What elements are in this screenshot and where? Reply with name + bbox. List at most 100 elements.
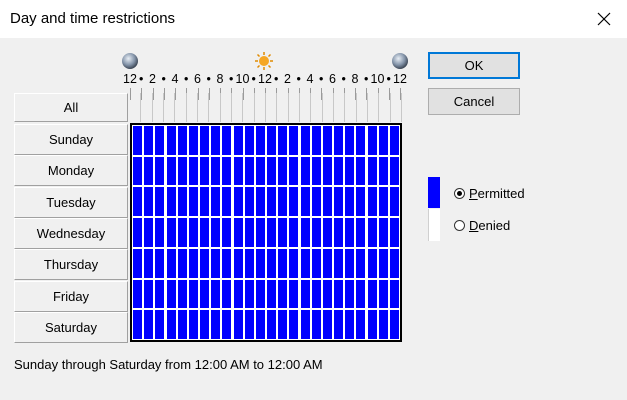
time-cell[interactable]	[367, 248, 377, 278]
time-cell[interactable]	[166, 126, 176, 155]
time-cell[interactable]	[356, 218, 366, 247]
hour-column-button[interactable]	[357, 93, 368, 122]
time-cell[interactable]	[378, 279, 388, 309]
time-cell[interactable]	[322, 156, 332, 186]
time-cell[interactable]	[155, 218, 165, 247]
time-cell[interactable]	[155, 126, 165, 155]
time-cell[interactable]	[222, 279, 232, 309]
time-cell[interactable]	[367, 279, 377, 309]
time-cell[interactable]	[334, 279, 344, 309]
time-cell[interactable]	[166, 187, 176, 217]
time-cell[interactable]	[200, 310, 210, 339]
hour-column-button[interactable]	[277, 93, 289, 122]
hour-column-button[interactable]	[209, 93, 221, 122]
hour-column-button[interactable]	[187, 93, 198, 122]
time-cell[interactable]	[389, 187, 399, 217]
hour-column-button[interactable]	[175, 93, 187, 122]
hour-column-button[interactable]	[368, 93, 380, 122]
time-cell[interactable]	[188, 126, 198, 155]
time-cell[interactable]	[144, 310, 154, 339]
time-cell[interactable]	[222, 218, 232, 247]
time-cell[interactable]	[177, 218, 187, 247]
time-cell[interactable]	[233, 279, 243, 309]
time-cell[interactable]	[278, 248, 288, 278]
time-cell[interactable]	[278, 218, 288, 247]
day-button[interactable]: Friday	[14, 280, 128, 312]
time-cell[interactable]	[177, 248, 187, 278]
close-button[interactable]	[581, 0, 627, 38]
hour-column-button[interactable]	[164, 93, 176, 122]
time-cell[interactable]	[356, 187, 366, 217]
hour-column-button[interactable]	[221, 93, 232, 122]
time-cell[interactable]	[133, 126, 143, 155]
denied-radio[interactable]: Denied	[454, 218, 510, 233]
time-cell[interactable]	[345, 310, 355, 339]
time-cell[interactable]	[133, 279, 143, 309]
time-cell[interactable]	[233, 187, 243, 217]
time-cell[interactable]	[289, 187, 299, 217]
time-cell[interactable]	[244, 156, 254, 186]
time-cell[interactable]	[188, 187, 198, 217]
time-cell[interactable]	[267, 126, 277, 155]
time-cell[interactable]	[244, 218, 254, 247]
time-cell[interactable]	[345, 156, 355, 186]
hour-column-button[interactable]	[289, 93, 300, 122]
time-cell[interactable]	[389, 218, 399, 247]
time-cell[interactable]	[356, 310, 366, 339]
hour-column-button[interactable]	[266, 93, 278, 122]
time-cell[interactable]	[200, 279, 210, 309]
time-cell[interactable]	[300, 279, 310, 309]
time-cell[interactable]	[289, 310, 299, 339]
time-cell[interactable]	[166, 310, 176, 339]
time-cell[interactable]	[334, 156, 344, 186]
hour-column-button[interactable]	[345, 93, 357, 122]
time-cell[interactable]	[278, 187, 288, 217]
time-cell[interactable]	[244, 279, 254, 309]
time-cell[interactable]	[144, 126, 154, 155]
time-cell[interactable]	[155, 310, 165, 339]
day-button[interactable]: Sunday	[14, 124, 128, 155]
time-cell[interactable]	[222, 248, 232, 278]
permitted-radio[interactable]: Permitted	[454, 186, 525, 201]
time-cell[interactable]	[144, 156, 154, 186]
time-cell[interactable]	[211, 310, 221, 339]
time-cell[interactable]	[345, 218, 355, 247]
time-cell[interactable]	[311, 218, 321, 247]
time-cell[interactable]	[267, 187, 277, 217]
time-cell[interactable]	[311, 187, 321, 217]
time-cell[interactable]	[289, 248, 299, 278]
time-cell[interactable]	[367, 126, 377, 155]
time-cell[interactable]	[267, 218, 277, 247]
hour-column-button[interactable]	[379, 93, 391, 122]
hour-column-button[interactable]	[255, 93, 266, 122]
time-cell[interactable]	[311, 279, 321, 309]
time-cell[interactable]	[289, 156, 299, 186]
time-cell[interactable]	[222, 126, 232, 155]
time-cell[interactable]	[367, 187, 377, 217]
time-cell[interactable]	[334, 248, 344, 278]
time-cell[interactable]	[300, 126, 310, 155]
time-cell[interactable]	[222, 310, 232, 339]
time-cell[interactable]	[345, 279, 355, 309]
time-cell[interactable]	[188, 248, 198, 278]
time-cell[interactable]	[166, 218, 176, 247]
time-cell[interactable]	[267, 248, 277, 278]
time-cell[interactable]	[300, 218, 310, 247]
time-cell[interactable]	[378, 187, 388, 217]
time-cell[interactable]	[211, 218, 221, 247]
time-cell[interactable]	[133, 310, 143, 339]
hour-column-button[interactable]	[198, 93, 210, 122]
time-cell[interactable]	[177, 279, 187, 309]
time-cell[interactable]	[155, 248, 165, 278]
time-cell[interactable]	[177, 156, 187, 186]
time-cell[interactable]	[389, 156, 399, 186]
time-cell[interactable]	[211, 279, 221, 309]
time-cell[interactable]	[133, 187, 143, 217]
time-cell[interactable]	[334, 187, 344, 217]
time-cell[interactable]	[211, 156, 221, 186]
time-cell[interactable]	[267, 310, 277, 339]
time-cell[interactable]	[233, 156, 243, 186]
time-cell[interactable]	[200, 156, 210, 186]
time-cell[interactable]	[322, 218, 332, 247]
time-cell[interactable]	[188, 218, 198, 247]
